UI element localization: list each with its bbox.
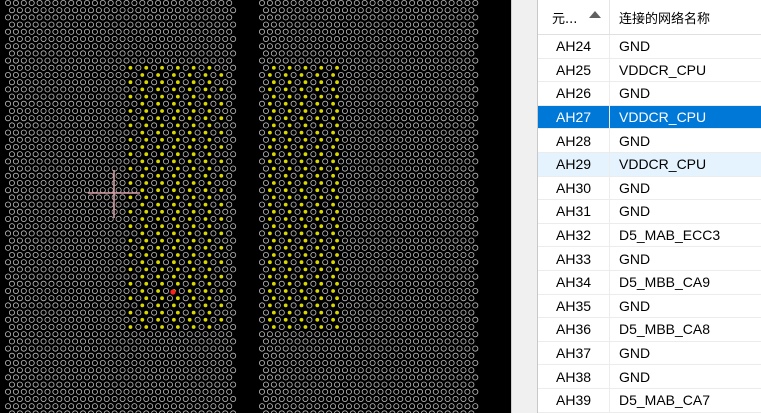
net-cell: D5_MAB_ECC3 xyxy=(619,227,721,244)
table-row[interactable]: AH24 GND xyxy=(538,35,761,59)
table-header: 元... 连接的网络名称 xyxy=(538,0,761,35)
table-row[interactable]: AH35 GND xyxy=(538,294,761,319)
table-row[interactable]: AH30 GND xyxy=(538,176,761,201)
table-row[interactable]: AH25 VDDCR_CPU xyxy=(538,58,761,83)
pin-cell: AH24 xyxy=(538,35,610,58)
net-cell: GND xyxy=(619,250,651,267)
table-row[interactable]: AH37 GND xyxy=(538,341,761,366)
table-row[interactable]: AH28 GND xyxy=(538,129,761,153)
pin-cell: AH27 xyxy=(538,105,610,129)
table-row[interactable]: AH32 D5_MAB_ECC3 xyxy=(538,223,761,248)
net-cell: D5_MBB_CA8 xyxy=(619,321,711,338)
net-cell: GND xyxy=(619,345,651,362)
table-row[interactable]: AH29 VDDCR_CPU xyxy=(538,152,761,177)
pcb-canvas[interactable] xyxy=(0,0,511,413)
table-row[interactable]: AH34 D5_MBB_CA9 xyxy=(538,270,761,295)
table-body: AH24 GND AH25 VDDCR_CPU AH26 GND AH27 VDDCR_… xyxy=(538,35,761,413)
table-row[interactable]: AH27 VDDCR_CPU xyxy=(538,105,761,130)
pin-cell: AH30 xyxy=(538,176,610,200)
sort-ascending-icon xyxy=(589,11,601,18)
pin-cell: AH31 xyxy=(538,200,610,223)
net-cell: GND xyxy=(619,203,651,220)
pin-cell: AH35 xyxy=(538,294,610,318)
net-cell: GND xyxy=(619,38,651,55)
pin-cell: AH32 xyxy=(538,223,610,247)
column-header-net[interactable]: 连接的网络名称 xyxy=(610,0,761,34)
net-cell: VDDCR_CPU xyxy=(619,61,707,78)
pin-cell: AH26 xyxy=(538,82,610,105)
pin-cell: AH36 xyxy=(538,318,610,341)
net-cell: D5_MAB_CA7 xyxy=(619,392,711,409)
net-cell: VDDCR_CPU xyxy=(619,109,707,126)
pin-cell: AH29 xyxy=(538,152,610,176)
column-header-net-label: 连接的网络名称 xyxy=(619,11,711,27)
net-cell: GND xyxy=(619,132,651,149)
table-row[interactable]: AH33 GND xyxy=(538,247,761,271)
pin-cell: AH28 xyxy=(538,129,610,152)
bga-pad-array[interactable] xyxy=(0,0,511,413)
splitter-bar[interactable] xyxy=(511,0,538,413)
net-cell: GND xyxy=(619,297,651,314)
net-cell: VDDCR_CPU xyxy=(619,156,707,173)
table-row[interactable]: AH39 D5_MAB_CA7 xyxy=(538,388,761,413)
column-header-pin-label: 元... xyxy=(552,11,578,27)
net-cell: GND xyxy=(619,85,651,102)
pin-cell: AH37 xyxy=(538,341,610,365)
table-row[interactable]: AH31 GND xyxy=(538,200,761,224)
pin-cell: AH33 xyxy=(538,247,610,270)
pin-net-table: 元... 连接的网络名称 AH24 GND AH25 VDDCR_CPU AH26 G… xyxy=(537,0,761,413)
net-cell: D5_MBB_CA9 xyxy=(619,274,711,291)
selected-pad-marker xyxy=(170,289,176,295)
table-row[interactable]: AH38 GND xyxy=(538,365,761,389)
pin-cell: AH38 xyxy=(538,365,610,388)
pin-cell: AH34 xyxy=(538,270,610,294)
table-row[interactable]: AH26 GND xyxy=(538,82,761,106)
pin-cell: AH39 xyxy=(538,388,610,412)
table-row[interactable]: AH36 D5_MBB_CA8 xyxy=(538,318,761,342)
column-header-pin[interactable]: 元... xyxy=(538,0,610,34)
pin-cell: AH25 xyxy=(538,58,610,82)
net-cell: GND xyxy=(619,368,651,385)
net-cell: GND xyxy=(619,179,651,196)
